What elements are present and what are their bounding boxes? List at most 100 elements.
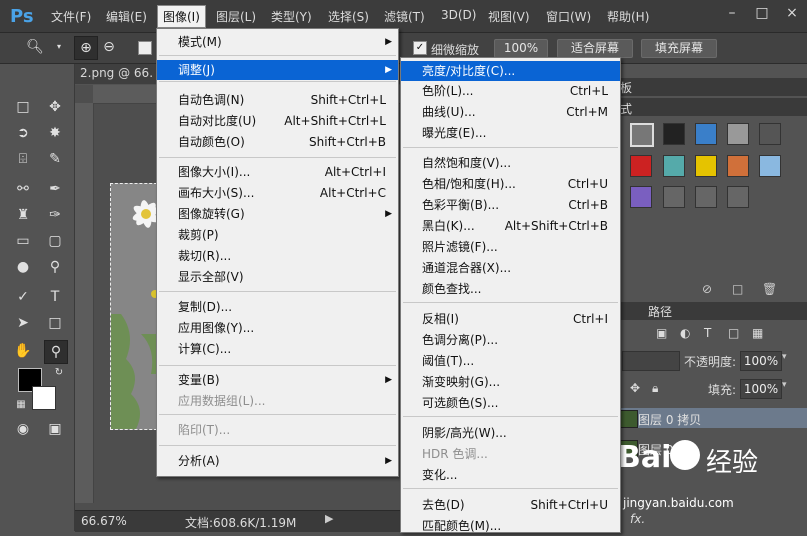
filter-smart-icon[interactable]: ▦ [752, 326, 763, 340]
image_menu-item[interactable]: 调整(J) ▶ [157, 60, 398, 80]
adjust_menu-item[interactable]: 可选颜色(S)... [401, 393, 620, 413]
styles-tab-fragment[interactable]: 式 [620, 100, 632, 117]
image_menu-item[interactable]: 显示全部(V) [157, 267, 398, 287]
adjust_menu-item[interactable]: 通道混合器(X)... [401, 258, 620, 278]
style-swatch[interactable] [663, 155, 685, 177]
blend-mode-select[interactable] [622, 351, 680, 371]
adjust_menu-item[interactable]: 色相/饱和度(H)... Ctrl+U [401, 174, 620, 194]
adjust_menu-item[interactable]: 去色(D) Shift+Ctrl+U [401, 495, 620, 515]
style-swatch[interactable] [759, 123, 781, 145]
pen-tool-icon[interactable]: ✓ [12, 286, 34, 308]
image_menu-item[interactable]: 计算(C)... [157, 339, 398, 359]
adjust_menu-item[interactable]: 渐变映射(G)... [401, 372, 620, 392]
close-button[interactable]: × [778, 3, 806, 23]
clone-stamp-icon[interactable]: ♜ [12, 204, 34, 226]
menu-image[interactable]: 图像(I) [157, 5, 206, 28]
adjust_menu-item[interactable]: 曝光度(E)... [401, 123, 620, 143]
document-image[interactable] [110, 183, 162, 430]
image_menu-item[interactable]: 裁切(R)... [157, 246, 398, 266]
paths-tab[interactable]: 路径 [648, 303, 672, 320]
menu-filter[interactable]: 滤镜(T) [384, 8, 425, 25]
clear-style-icon[interactable]: ⊘ [702, 282, 712, 296]
style-swatch[interactable] [630, 123, 654, 147]
style-swatch[interactable] [663, 123, 685, 145]
panel-tab-fragment[interactable]: 板 [620, 79, 632, 96]
image_menu-item[interactable]: 复制(D)... [157, 297, 398, 317]
menu-3d[interactable]: 3D(D) [441, 8, 476, 22]
style-swatch[interactable] [695, 186, 717, 208]
type-tool-icon[interactable]: T [44, 286, 66, 308]
resize-windows-checkbox[interactable] [138, 41, 152, 55]
status-arrow-icon[interactable]: ▶ [325, 512, 333, 525]
image_menu-item[interactable]: 图像旋转(G) ▶ [157, 204, 398, 224]
background-color-swatch[interactable] [32, 386, 56, 410]
style-swatch[interactable] [630, 155, 652, 177]
gradient-icon[interactable]: ▢ [44, 230, 66, 252]
menu-layer[interactable]: 图层(L) [216, 8, 256, 25]
image_menu-item[interactable]: 分析(A) ▶ [157, 451, 398, 471]
blur-tool-icon[interactable]: ● [12, 256, 34, 278]
fill-chevron-icon[interactable]: ▾ [782, 380, 787, 390]
tool-preset-chevron-icon[interactable]: ▾ [48, 36, 70, 58]
healing-brush-icon[interactable]: ⚯ [12, 178, 34, 200]
image_menu-item[interactable]: 图像大小(I)... Alt+Ctrl+I [157, 162, 398, 182]
adjust_menu-item[interactable]: 反相(I) Ctrl+I [401, 309, 620, 329]
menu-help[interactable]: 帮助(H) [607, 8, 649, 25]
dodge-tool-icon[interactable]: ⚲ [44, 256, 66, 278]
image_menu-item[interactable]: 画布大小(S)... Alt+Ctrl+C [157, 183, 398, 203]
eyedropper-icon[interactable]: ✎ [44, 148, 66, 170]
style-swatch[interactable] [759, 155, 781, 177]
magic-wand-icon[interactable]: ✸ [44, 122, 66, 144]
default-colors-icon[interactable]: ▦ [10, 394, 32, 416]
document-info[interactable]: 文档:608.6K/1.19M [185, 514, 296, 531]
swap-colors-icon[interactable]: ↻ [48, 362, 70, 384]
menu-edit[interactable]: 编辑(E) [106, 8, 147, 25]
zoom-in-icon[interactable]: ⊕ [74, 36, 98, 60]
image_menu-item[interactable]: 自动色调(N) Shift+Ctrl+L [157, 90, 398, 110]
image_menu-item[interactable]: 陷印(T)... [157, 420, 398, 440]
screen-mode-icon[interactable]: ▣ [44, 418, 66, 440]
adjust_menu-item[interactable]: 阈值(T)... [401, 351, 620, 371]
menu-view[interactable]: 视图(V) [488, 8, 530, 25]
adjust_menu-item[interactable]: 曲线(U)... Ctrl+M [401, 102, 620, 122]
adjust_menu-item[interactable]: 阴影/高光(W)... [401, 423, 620, 443]
brush-tool-icon[interactable]: ✒ [44, 178, 66, 200]
opacity-input[interactable]: 100% [740, 351, 782, 371]
zoom-out-icon[interactable]: ⊖ [98, 36, 120, 58]
quick-mask-icon[interactable]: ◉ [12, 418, 34, 440]
menu-file[interactable]: 文件(F) [51, 8, 91, 25]
adjust_menu-item[interactable]: 色彩平衡(B)... Ctrl+B [401, 195, 620, 215]
minimize-button[interactable]: – [718, 3, 746, 23]
image_menu-item[interactable]: 裁剪(P) [157, 225, 398, 245]
maximize-button[interactable]: □ [748, 3, 776, 23]
path-selection-icon[interactable]: ➤ [12, 312, 34, 334]
hand-tool-icon[interactable]: ✋ [12, 340, 34, 362]
marquee-tool-icon[interactable]: □ [12, 96, 34, 118]
style-swatch[interactable] [630, 186, 652, 208]
lock-position-icon[interactable]: ✥ [630, 381, 640, 395]
fill-screen-button[interactable]: 填充屏幕 [641, 39, 717, 58]
adjust_menu-item[interactable]: 照片滤镜(F)... [401, 237, 620, 257]
menu-window[interactable]: 窗口(W) [546, 8, 591, 25]
adjust_menu-item[interactable]: 亮度/对比度(C)... [401, 61, 620, 81]
lock-all-icon[interactable]: 🔒︎ [652, 381, 658, 396]
style-swatch[interactable] [727, 155, 749, 177]
history-brush-icon[interactable]: ✑ [44, 204, 66, 226]
lasso-tool-icon[interactable]: ➲ [12, 122, 34, 144]
filter-shape-icon[interactable]: □ [728, 326, 739, 340]
shape-tool-icon[interactable]: □ [44, 312, 66, 334]
adjust_menu-item[interactable]: 变化... [401, 465, 620, 485]
delete-style-icon[interactable]: 🗑︎ [762, 282, 777, 296]
adjust_menu-item[interactable]: 色阶(L)... Ctrl+L [401, 81, 620, 101]
style-swatch[interactable] [727, 186, 749, 208]
crop-tool-icon[interactable]: ⌹ [12, 148, 34, 170]
adjust_menu-item[interactable]: 自然饱和度(V)... [401, 153, 620, 173]
layer-name[interactable]: 图层 0 拷贝 [638, 411, 701, 428]
menu-type[interactable]: 类型(Y) [271, 8, 312, 25]
adjust_menu-item[interactable]: HDR 色调... [401, 444, 620, 464]
style-swatch[interactable] [695, 123, 717, 145]
adjust_menu-item[interactable]: 色调分离(P)... [401, 330, 620, 350]
image_menu-item[interactable]: 应用图像(Y)... [157, 318, 398, 338]
image_menu-item[interactable]: 模式(M) ▶ [157, 32, 398, 52]
image_menu-item[interactable]: 变量(B) ▶ [157, 370, 398, 390]
